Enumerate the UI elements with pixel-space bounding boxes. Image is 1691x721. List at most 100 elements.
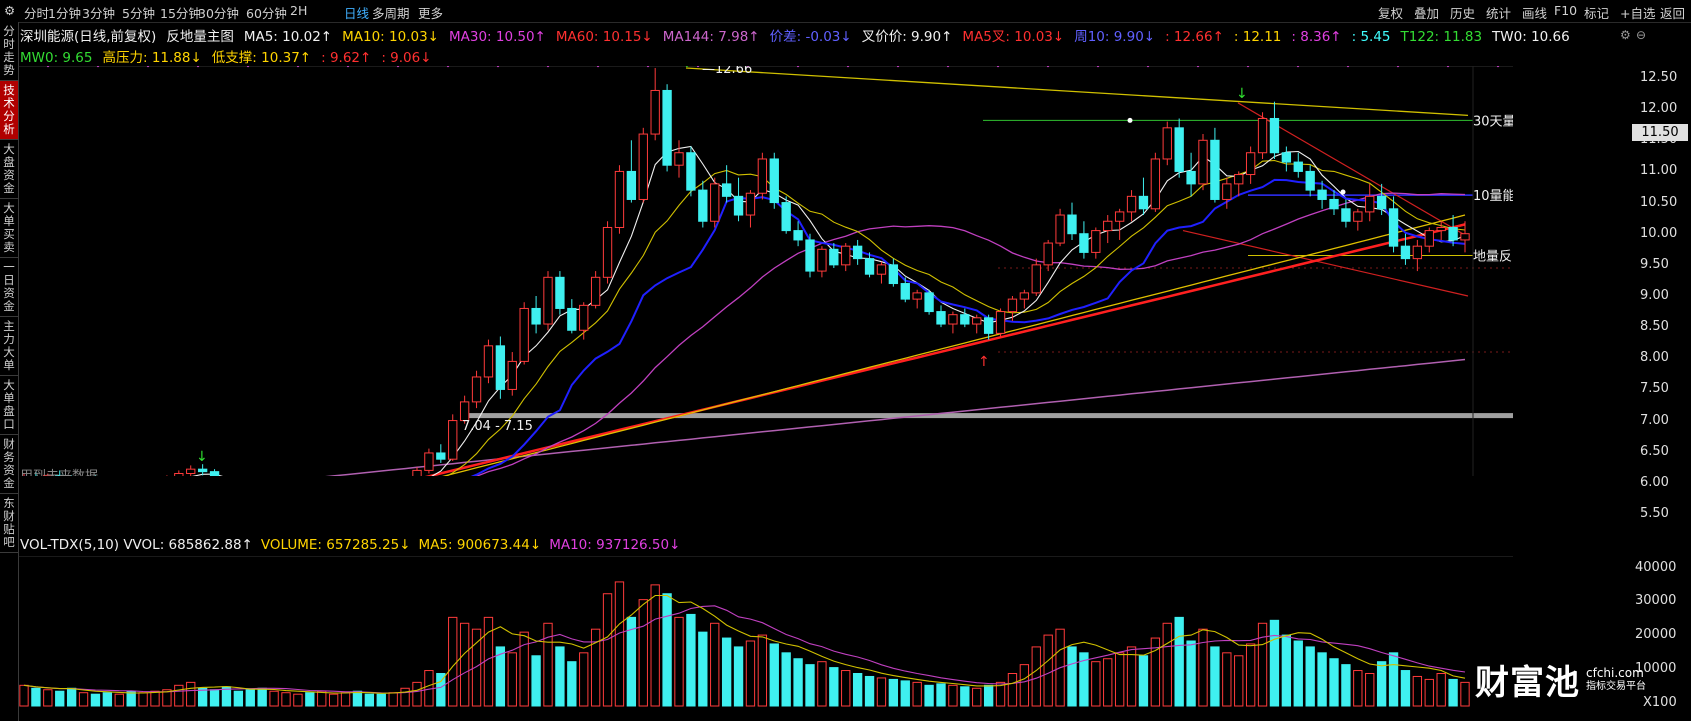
volume-bar [114, 693, 124, 707]
period-tab-6[interactable]: 60分钟 [246, 3, 287, 22]
indicator-15: T122: 11.83 [1400, 29, 1483, 45]
volume-bar [721, 637, 732, 707]
volume-bar [1019, 664, 1030, 707]
volume-bar [1269, 619, 1280, 707]
candle [197, 468, 208, 473]
side-tab-bar: 分时走势技术分析大盘资金大单买卖一日资金主力大单大单盘口财务资金东财贴吧 [0, 22, 19, 721]
toolbar-button-4[interactable]: 画线 [1522, 3, 1547, 22]
candle [1103, 220, 1113, 232]
candle [912, 292, 922, 300]
indicator2-3: : 9.62↑ [321, 50, 372, 66]
candle [1305, 170, 1315, 191]
side-tab-7[interactable]: 财务资金 [0, 435, 18, 494]
volume-bar [1043, 634, 1053, 707]
volume-chart[interactable] [18, 556, 1513, 721]
indicator-13: : 8.36↑ [1291, 29, 1342, 45]
candle [1376, 195, 1387, 210]
indicator-11: : 12.66↑ [1165, 29, 1224, 45]
volume-bar [852, 673, 863, 707]
candle [948, 314, 958, 325]
toolbar-button-8[interactable]: 返回 [1660, 3, 1685, 22]
signal-dot [396, 66, 400, 68]
chart-settings-icon[interactable]: ⚙ [1620, 28, 1631, 42]
signal-dot [946, 66, 950, 68]
period-tab-1[interactable]: 1分钟 [48, 3, 81, 22]
volume-bar [328, 693, 339, 707]
toolbar-button-3[interactable]: 统计 [1486, 3, 1511, 22]
candle [1424, 230, 1434, 247]
vol-indicator-2: MA5: 900673.44↓ [418, 537, 542, 553]
period-tab-7[interactable]: 2H [290, 3, 307, 18]
candle [1365, 195, 1375, 213]
volume-bar [960, 686, 970, 707]
volume-bar [1353, 670, 1363, 707]
side-tab-2[interactable]: 大盘资金 [0, 140, 18, 199]
vol-indicator-3: MA10: 937126.50↓ [549, 537, 681, 553]
volume-bar [197, 687, 208, 707]
volume-bar [245, 689, 255, 707]
signal-dot [796, 66, 800, 68]
price-tick-7: 9.00 [1640, 288, 1669, 303]
candle [1138, 195, 1149, 210]
signal-dot [996, 66, 1000, 68]
price-tick-4: 10.50 [1640, 194, 1678, 210]
candle [710, 183, 720, 222]
volume-bar [459, 622, 470, 707]
period-tab-0[interactable]: 分时 [24, 3, 49, 22]
volume-bar [876, 677, 887, 707]
side-tab-5[interactable]: 主力大单 [0, 317, 18, 376]
signal-dot [1446, 66, 1450, 68]
toolbar-button-2[interactable]: 历史 [1450, 3, 1475, 22]
candle [1043, 242, 1053, 266]
candle [1055, 214, 1065, 244]
period-tab-9[interactable]: 多周期 [372, 3, 410, 22]
side-tab-0[interactable]: 分时走势 [0, 22, 18, 81]
period-tab-10[interactable]: 更多 [418, 3, 443, 22]
period-tab-8[interactable]: 日线 [344, 3, 369, 22]
candlestick-chart[interactable]: —12.667.04 - 7.155.455.68 - 5.69用到未来数据30… [18, 66, 1513, 476]
volume-bar [376, 693, 386, 707]
volume-bar [710, 622, 720, 707]
toolbar-button-6[interactable]: 标记 [1584, 3, 1609, 22]
signal-dot [896, 66, 900, 68]
candle [174, 473, 184, 476]
period-tab-4[interactable]: 15分钟 [160, 3, 201, 22]
signal-dot [346, 66, 350, 68]
volume-bar [888, 678, 899, 707]
toolbar-button-5[interactable]: F10 [1554, 3, 1577, 18]
toolbar-button-7[interactable]: +自选 [1620, 3, 1655, 22]
period-tab-5[interactable]: 30分钟 [198, 3, 239, 22]
volume-bar [1281, 634, 1292, 707]
candle [888, 264, 899, 285]
toolbar-button-1[interactable]: 叠加 [1414, 3, 1439, 22]
green-arrow: ↓ [681, 66, 693, 71]
toolbar-settings-icon[interactable]: ⚙ [4, 3, 15, 18]
period-tab-2[interactable]: 3分钟 [82, 3, 115, 22]
volume-bar [590, 628, 601, 707]
volume-bar [1436, 673, 1446, 707]
candle [1317, 189, 1327, 200]
indicator-2: MA5: 10.02↑ [243, 29, 333, 45]
indicator2-2: 低支撑: 10.37↑ [211, 50, 312, 66]
zhou10-line [24, 178, 1466, 476]
price-tick-9: 8.00 [1640, 350, 1669, 366]
volume-bar [531, 655, 541, 707]
side-tab-6[interactable]: 大单盘口 [0, 376, 18, 435]
candle [1162, 127, 1172, 160]
volume-tick-4: X100 [1643, 695, 1677, 710]
period-tab-3[interactable]: 5分钟 [122, 3, 155, 22]
volume-bar [43, 689, 53, 707]
chart-collapse-icon[interactable]: ⊖ [1636, 28, 1646, 42]
side-tab-8[interactable]: 东财贴吧 [0, 494, 18, 553]
indicator-7: 价差: -0.03↓ [769, 29, 852, 45]
side-tab-4[interactable]: 一日资金 [0, 258, 18, 317]
side-tab-3[interactable]: 大单买卖 [0, 199, 18, 258]
volume-bar [579, 652, 589, 707]
side-tab-1[interactable]: 技术分析 [0, 81, 18, 140]
toolbar-button-0[interactable]: 复权 [1378, 3, 1403, 22]
vol-indicator-0: VOL-TDX(5,10) VVOL: 685862.88↑ [20, 537, 253, 553]
volume-bar [1210, 646, 1220, 707]
watermark: 财富池 cfchi.com 指标交易平台 [1475, 655, 1646, 704]
volume-bar [186, 681, 196, 707]
volume-bar [1257, 622, 1268, 707]
